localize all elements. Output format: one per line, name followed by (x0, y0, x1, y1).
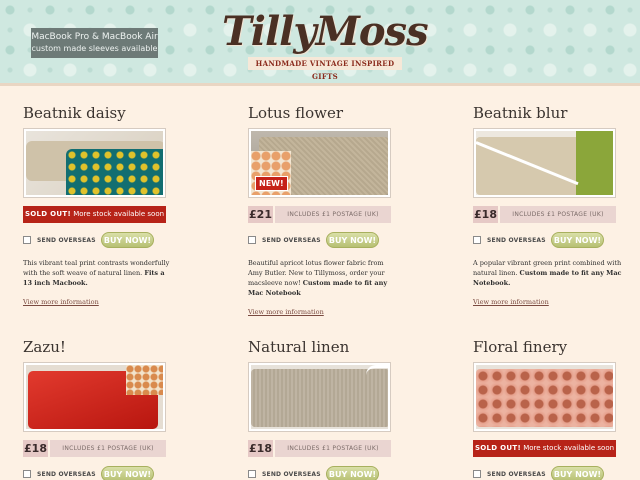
product-title[interactable]: Lotus flower (248, 104, 448, 124)
product-photo[interactable] (473, 128, 616, 198)
send-overseas-label: SEND OVERSEAS (262, 470, 321, 478)
site-tagline: HANDMADE VINTAGE INSPIRED GIFTS (248, 57, 402, 81)
view-more-link[interactable]: View more information (248, 308, 448, 316)
tillymoss-logo[interactable]: TillyMoss (222, 8, 429, 55)
view-more-link[interactable]: View more information (23, 298, 223, 306)
product-description: A popular vibrant green print combined w… (473, 259, 622, 287)
buy-now-button[interactable]: BUY NOW! (326, 466, 379, 480)
postage-note: INCLUDES £1 POSTAGE (UK) (500, 206, 616, 223)
promo-line-2: custom made sleeves available (31, 44, 158, 53)
product-photo[interactable]: NEW! (248, 128, 391, 198)
macbook-promo-banner[interactable]: MacBook Pro & MacBook Air custom made sl… (31, 28, 158, 58)
price-bar: £18 INCLUDES £1 POSTAGE (UK) (248, 440, 391, 457)
product-card-beatnik-blur: Beatnik blur £18 INCLUDES £1 POSTAGE (UK… (473, 104, 640, 306)
send-overseas-checkbox[interactable] (248, 236, 256, 244)
product-photo[interactable] (23, 128, 166, 198)
product-card-natural-linen: Natural linen £18 INCLUDES £1 POSTAGE (U… (248, 338, 448, 480)
product-photo[interactable] (473, 362, 616, 432)
send-overseas-label: SEND OVERSEAS (487, 470, 546, 478)
send-overseas-checkbox[interactable] (23, 470, 31, 478)
product-title[interactable]: Natural linen (248, 338, 448, 358)
send-overseas-label: SEND OVERSEAS (37, 236, 96, 244)
product-card-beatnik-daisy: Beatnik daisy SOLD OUT! More stock avail… (23, 104, 223, 306)
sold-out-banner: SOLD OUT! More stock available soon (473, 440, 616, 457)
price: £21 (248, 206, 273, 223)
product-description: This vibrant teal print contrasts wonder… (23, 259, 170, 287)
buy-now-button[interactable]: BUY NOW! (101, 232, 154, 248)
buy-now-button[interactable]: BUY NOW! (551, 466, 604, 480)
site-header: MacBook Pro & MacBook Air custom made sl… (0, 0, 640, 86)
view-more-link[interactable]: View more information (473, 298, 640, 306)
price-bar: £21 INCLUDES £1 POSTAGE (UK) (248, 206, 391, 223)
product-photo[interactable] (248, 362, 391, 432)
send-overseas-checkbox[interactable] (473, 236, 481, 244)
buy-now-button[interactable]: BUY NOW! (326, 232, 379, 248)
product-description: Beautiful apricot lotus flower fabric fr… (248, 259, 388, 297)
product-card-floral-finery: Floral finery SOLD OUT! More stock avail… (473, 338, 640, 480)
product-photo[interactable] (23, 362, 166, 432)
send-overseas-label: SEND OVERSEAS (262, 236, 321, 244)
send-overseas-label: SEND OVERSEAS (37, 470, 96, 478)
product-card-lotus-flower: Lotus flower NEW! £21 INCLUDES £1 POSTAG… (248, 104, 448, 316)
send-overseas-checkbox[interactable] (23, 236, 31, 244)
postage-note: INCLUDES £1 POSTAGE (UK) (50, 440, 166, 457)
postage-note: INCLUDES £1 POSTAGE (UK) (275, 206, 391, 223)
buy-now-button[interactable]: BUY NOW! (551, 232, 604, 248)
product-card-zazu: Zazu! £18 INCLUDES £1 POSTAGE (UK) SEND … (23, 338, 223, 480)
price: £18 (473, 206, 498, 223)
buy-now-button[interactable]: BUY NOW! (101, 466, 154, 480)
product-title[interactable]: Beatnik blur (473, 104, 640, 124)
send-overseas-checkbox[interactable] (248, 470, 256, 478)
new-badge: NEW! (255, 176, 288, 191)
send-overseas-label: SEND OVERSEAS (487, 236, 546, 244)
send-overseas-checkbox[interactable] (473, 470, 481, 478)
postage-note: INCLUDES £1 POSTAGE (UK) (275, 440, 391, 457)
price-bar: £18 INCLUDES £1 POSTAGE (UK) (473, 206, 616, 223)
price: £18 (248, 440, 273, 457)
product-title[interactable]: Beatnik daisy (23, 104, 223, 124)
promo-line-1: MacBook Pro & MacBook Air (31, 32, 158, 42)
price: £18 (23, 440, 48, 457)
product-title[interactable]: Zazu! (23, 338, 223, 358)
sold-out-banner: SOLD OUT! More stock available soon (23, 206, 166, 223)
price-bar: £18 INCLUDES £1 POSTAGE (UK) (23, 440, 166, 457)
product-title[interactable]: Floral finery (473, 338, 640, 358)
